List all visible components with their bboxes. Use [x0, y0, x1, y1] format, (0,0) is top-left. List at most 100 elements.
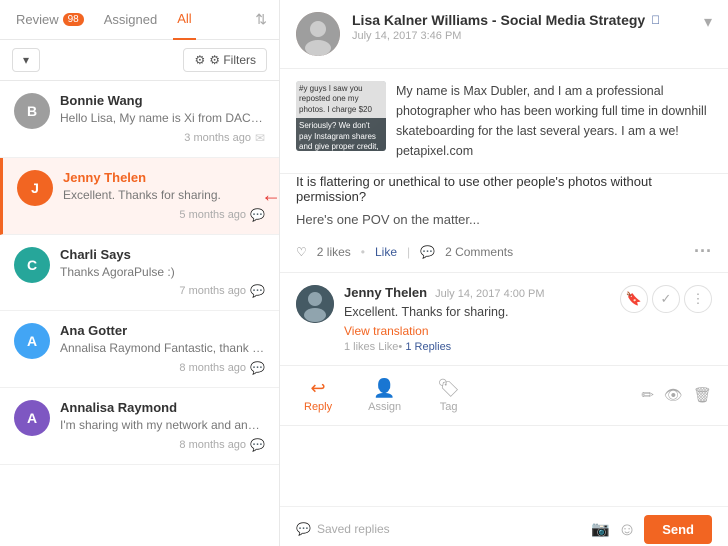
conv-preview: Thanks AgoraPulse :)	[60, 264, 265, 281]
tab-all-label: All	[177, 11, 191, 26]
tab-reply[interactable]: ↩ Reply	[296, 374, 340, 417]
expand-toggle[interactable]: ▾	[704, 12, 712, 56]
likes-text: 1 likes Like•	[344, 341, 402, 353]
comment-avatar	[296, 285, 334, 323]
more-icon: ···	[694, 241, 712, 261]
reply-label: Reply	[304, 401, 332, 413]
reply-toolbar: ↩ Reply 👤 Assign 🏷 Tag ✏ 👁 🗑	[280, 366, 728, 426]
dropdown-button[interactable]: ▾	[12, 48, 40, 72]
conv-time: 7 months ago	[179, 285, 246, 297]
sort-icon[interactable]: ⇅	[255, 11, 267, 27]
filter-bar: ▾ ⚙ ⚙ Filters	[0, 40, 279, 81]
conv-preview: Annalisa Raymond Fantastic, thank you so…	[60, 340, 265, 357]
tab-assigned-label: Assigned	[104, 12, 157, 27]
eye-button[interactable]: 👁	[664, 386, 683, 404]
post-date: July 14, 2017 3:46 PM	[352, 30, 692, 42]
filter-icon: ⚙	[194, 53, 205, 67]
avatar: A	[14, 323, 50, 359]
saved-replies-button[interactable]: 💬 Saved replies	[296, 522, 390, 536]
conv-name: Bonnie Wang	[60, 93, 265, 108]
tabs-right: ⇅	[255, 11, 267, 28]
conv-name: Jenny Thelen	[63, 170, 265, 185]
conv-meta: 5 months ago 💬	[63, 208, 265, 222]
red-arrow-indicator: ←	[261, 184, 279, 207]
conv-body: Annalisa Raymond I'm sharing with my net…	[60, 400, 265, 452]
list-item[interactable]: A Annalisa Raymond I'm sharing with my n…	[0, 388, 279, 465]
saved-replies-icon: 💬	[296, 522, 311, 536]
list-item[interactable]: J Jenny Thelen Excellent. Thanks for sha…	[0, 158, 279, 235]
tag-icon: 🏷	[437, 378, 460, 399]
conv-body: Charli Says Thanks AgoraPulse :) 7 month…	[60, 247, 265, 299]
conv-meta: 3 months ago ✉	[60, 131, 265, 145]
edit-button[interactable]: ✏	[641, 386, 654, 404]
comment-icon-small: 💬	[420, 245, 435, 259]
reply-footer: 💬 Saved replies 📷 ☺ Send	[280, 506, 728, 546]
conv-preview: Excellent. Thanks for sharing.	[63, 187, 265, 204]
conv-time: 8 months ago	[179, 362, 246, 374]
view-translation-link[interactable]: View translation	[344, 324, 712, 338]
reply-icon: ↩	[311, 378, 326, 399]
more-actions[interactable]: ···	[694, 241, 712, 262]
list-item[interactable]: C Charli Says Thanks AgoraPulse :) 7 mon…	[0, 235, 279, 312]
comments-count: 2 Comments	[445, 245, 513, 259]
assign-icon: 👤	[373, 378, 395, 399]
conv-meta: 8 months ago 💬	[60, 438, 265, 452]
post-body-text: My name is Max Dubler, and I am a profes…	[396, 81, 712, 161]
tabs-bar: Review 98 Assigned All ⇅	[0, 0, 279, 40]
image-button[interactable]: 📷	[591, 520, 610, 538]
list-item[interactable]: A Ana Gotter Annalisa Raymond Fantastic,…	[0, 311, 279, 388]
assign-label: Assign	[368, 401, 401, 413]
conv-body: Bonnie Wang Hello Lisa, My name is Xi fr…	[60, 93, 265, 145]
post-actions: ♡ 2 likes • Like | 💬 2 Comments ···	[280, 235, 728, 273]
filters-label: ⚙ Filters	[209, 53, 256, 67]
conv-meta: 8 months ago 💬	[60, 361, 265, 375]
check-button[interactable]: ✓	[652, 285, 680, 313]
tab-assigned[interactable]: Assigned	[100, 0, 161, 40]
bookmark-button[interactable]: 🔖	[620, 285, 648, 313]
list-item[interactable]: B Bonnie Wang Hello Lisa, My name is Xi …	[0, 81, 279, 158]
post-title: Lisa Kalner Williams - Social Media Stra…	[352, 12, 692, 28]
toolbar-right: ✏ 👁 🗑	[641, 386, 712, 404]
tag-label: Tag	[440, 401, 458, 413]
comment-icon: 💬	[250, 361, 265, 375]
filters-button[interactable]: ⚙ ⚙ Filters	[183, 48, 267, 72]
avatar: B	[14, 93, 50, 129]
post-avatar	[296, 12, 340, 56]
review-badge: 98	[63, 13, 84, 26]
conv-name: Annalisa Raymond	[60, 400, 265, 415]
email-icon: ✉	[255, 131, 265, 145]
more-button[interactable]: ⋮	[684, 285, 712, 313]
reply-input-area	[280, 426, 728, 506]
like-button[interactable]: Like	[375, 245, 397, 259]
conv-body: Jenny Thelen Excellent. Thanks for shari…	[63, 170, 265, 222]
tab-review[interactable]: Review 98	[12, 0, 88, 40]
tab-tag[interactable]: 🏷 Tag	[429, 374, 468, 417]
avatar: C	[14, 247, 50, 283]
emoji-button[interactable]: ☺	[618, 519, 636, 540]
reply-text-input[interactable]	[296, 436, 712, 496]
tab-review-label: Review	[16, 12, 59, 27]
replies-link[interactable]: 1 Replies	[405, 341, 451, 353]
thumbnail-overlay: Seriously? We don't pay Instagram shares…	[296, 118, 386, 151]
comment-time: July 14, 2017 4:00 PM	[435, 288, 544, 300]
left-panel: Review 98 Assigned All ⇅ ▾ ⚙ ⚙ Filters B…	[0, 0, 280, 546]
saved-replies-label: Saved replies	[317, 522, 390, 536]
avatar: J	[17, 170, 53, 206]
comment-icon: 💬	[250, 208, 265, 222]
conv-name: Charli Says	[60, 247, 265, 262]
post-thumbnail: #y guys I saw you reposted one my photos…	[296, 81, 386, 151]
comment-section: Jenny Thelen July 14, 2017 4:00 PM Excel…	[280, 273, 728, 366]
conv-time: 3 months ago	[184, 132, 251, 144]
comment-likes: 1 likes Like• 1 Replies	[344, 341, 712, 353]
post-header: Lisa Kalner Williams - Social Media Stra…	[280, 0, 728, 69]
facebook-icon: 	[651, 13, 660, 27]
conv-time: 5 months ago	[179, 209, 246, 221]
tab-all[interactable]: All	[173, 0, 195, 40]
chevron-down-icon: ▾	[704, 14, 712, 31]
footer-actions: 📷 ☺ Send	[591, 515, 712, 544]
post-header-info: Lisa Kalner Williams - Social Media Stra…	[352, 12, 692, 56]
trash-button[interactable]: 🗑	[693, 386, 712, 404]
send-button[interactable]: Send	[644, 515, 712, 544]
tab-assign[interactable]: 👤 Assign	[360, 374, 409, 417]
right-panel: Lisa Kalner Williams - Social Media Stra…	[280, 0, 728, 546]
